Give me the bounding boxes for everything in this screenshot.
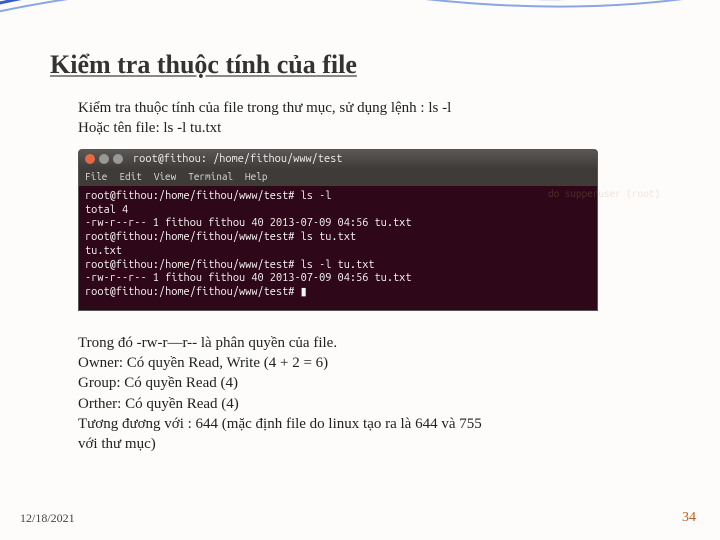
terminal-window: root@fithou: /home/fithou/www/test File …: [78, 149, 598, 311]
menu-view: View: [154, 171, 176, 184]
explanation-block: Trong đó -rw-r—r-- là phân quyền của fil…: [78, 333, 670, 455]
explain-line: Trong đó -rw-r—r-- là phân quyền của fil…: [78, 333, 670, 353]
terminal-line: -rw-r--r-- 1 fithou fithou 40 2013-07-09…: [85, 272, 591, 286]
minimize-icon: [99, 154, 109, 164]
ghost-watermark: do supperuser (root): [548, 188, 598, 201]
terminal-body: do supperuser (root) root@fithou:/home/f…: [79, 186, 597, 310]
terminal-line: -rw-r--r-- 1 fithou fithou 40 2013-07-09…: [85, 217, 591, 231]
terminal-line: total 4: [85, 204, 591, 218]
slide-content: Kiểm tra thuộc tính của file Kiểm tra th…: [0, 0, 720, 454]
terminal-titlebar: root@fithou: /home/fithou/www/test: [79, 150, 597, 170]
terminal-window-title: root@fithou: /home/fithou/www/test: [133, 153, 342, 167]
terminal-line: root@fithou:/home/fithou/www/test# ls -l: [85, 190, 591, 204]
explain-line: Tương đương với : 644 (mặc định file do …: [78, 414, 670, 434]
menu-file: File: [85, 171, 107, 184]
menu-help: Help: [245, 171, 267, 184]
footer-page-number: 34: [682, 510, 696, 526]
slide-title: Kiểm tra thuộc tính của file: [50, 50, 670, 80]
menu-terminal: Terminal: [188, 171, 233, 184]
close-icon: [85, 154, 95, 164]
terminal-line: root@fithou:/home/fithou/www/test# ls -l…: [85, 259, 591, 273]
explain-line: Group: Có quyền Read (4): [78, 373, 670, 393]
terminal-menu: File Edit View Terminal Help: [79, 169, 597, 186]
terminal-line: root@fithou:/home/fithou/www/test# ▮: [85, 286, 591, 300]
explain-line: với thư mục): [78, 434, 670, 454]
terminal-line: tu.txt: [85, 245, 591, 259]
explain-line: Orther: Có quyền Read (4): [78, 394, 670, 414]
terminal-line: root@fithou:/home/fithou/www/test# ls tu…: [85, 231, 591, 245]
intro-block: Kiểm tra thuộc tính của file trong thư m…: [78, 98, 670, 139]
intro-line-1: Kiểm tra thuộc tính của file trong thư m…: [78, 98, 670, 118]
maximize-icon: [113, 154, 123, 164]
explain-line: Owner: Có quyền Read, Write (4 + 2 = 6): [78, 353, 670, 373]
menu-edit: Edit: [119, 171, 141, 184]
footer-date: 12/18/2021: [20, 511, 75, 526]
intro-line-2: Hoặc tên file: ls -l tu.txt: [78, 118, 670, 138]
